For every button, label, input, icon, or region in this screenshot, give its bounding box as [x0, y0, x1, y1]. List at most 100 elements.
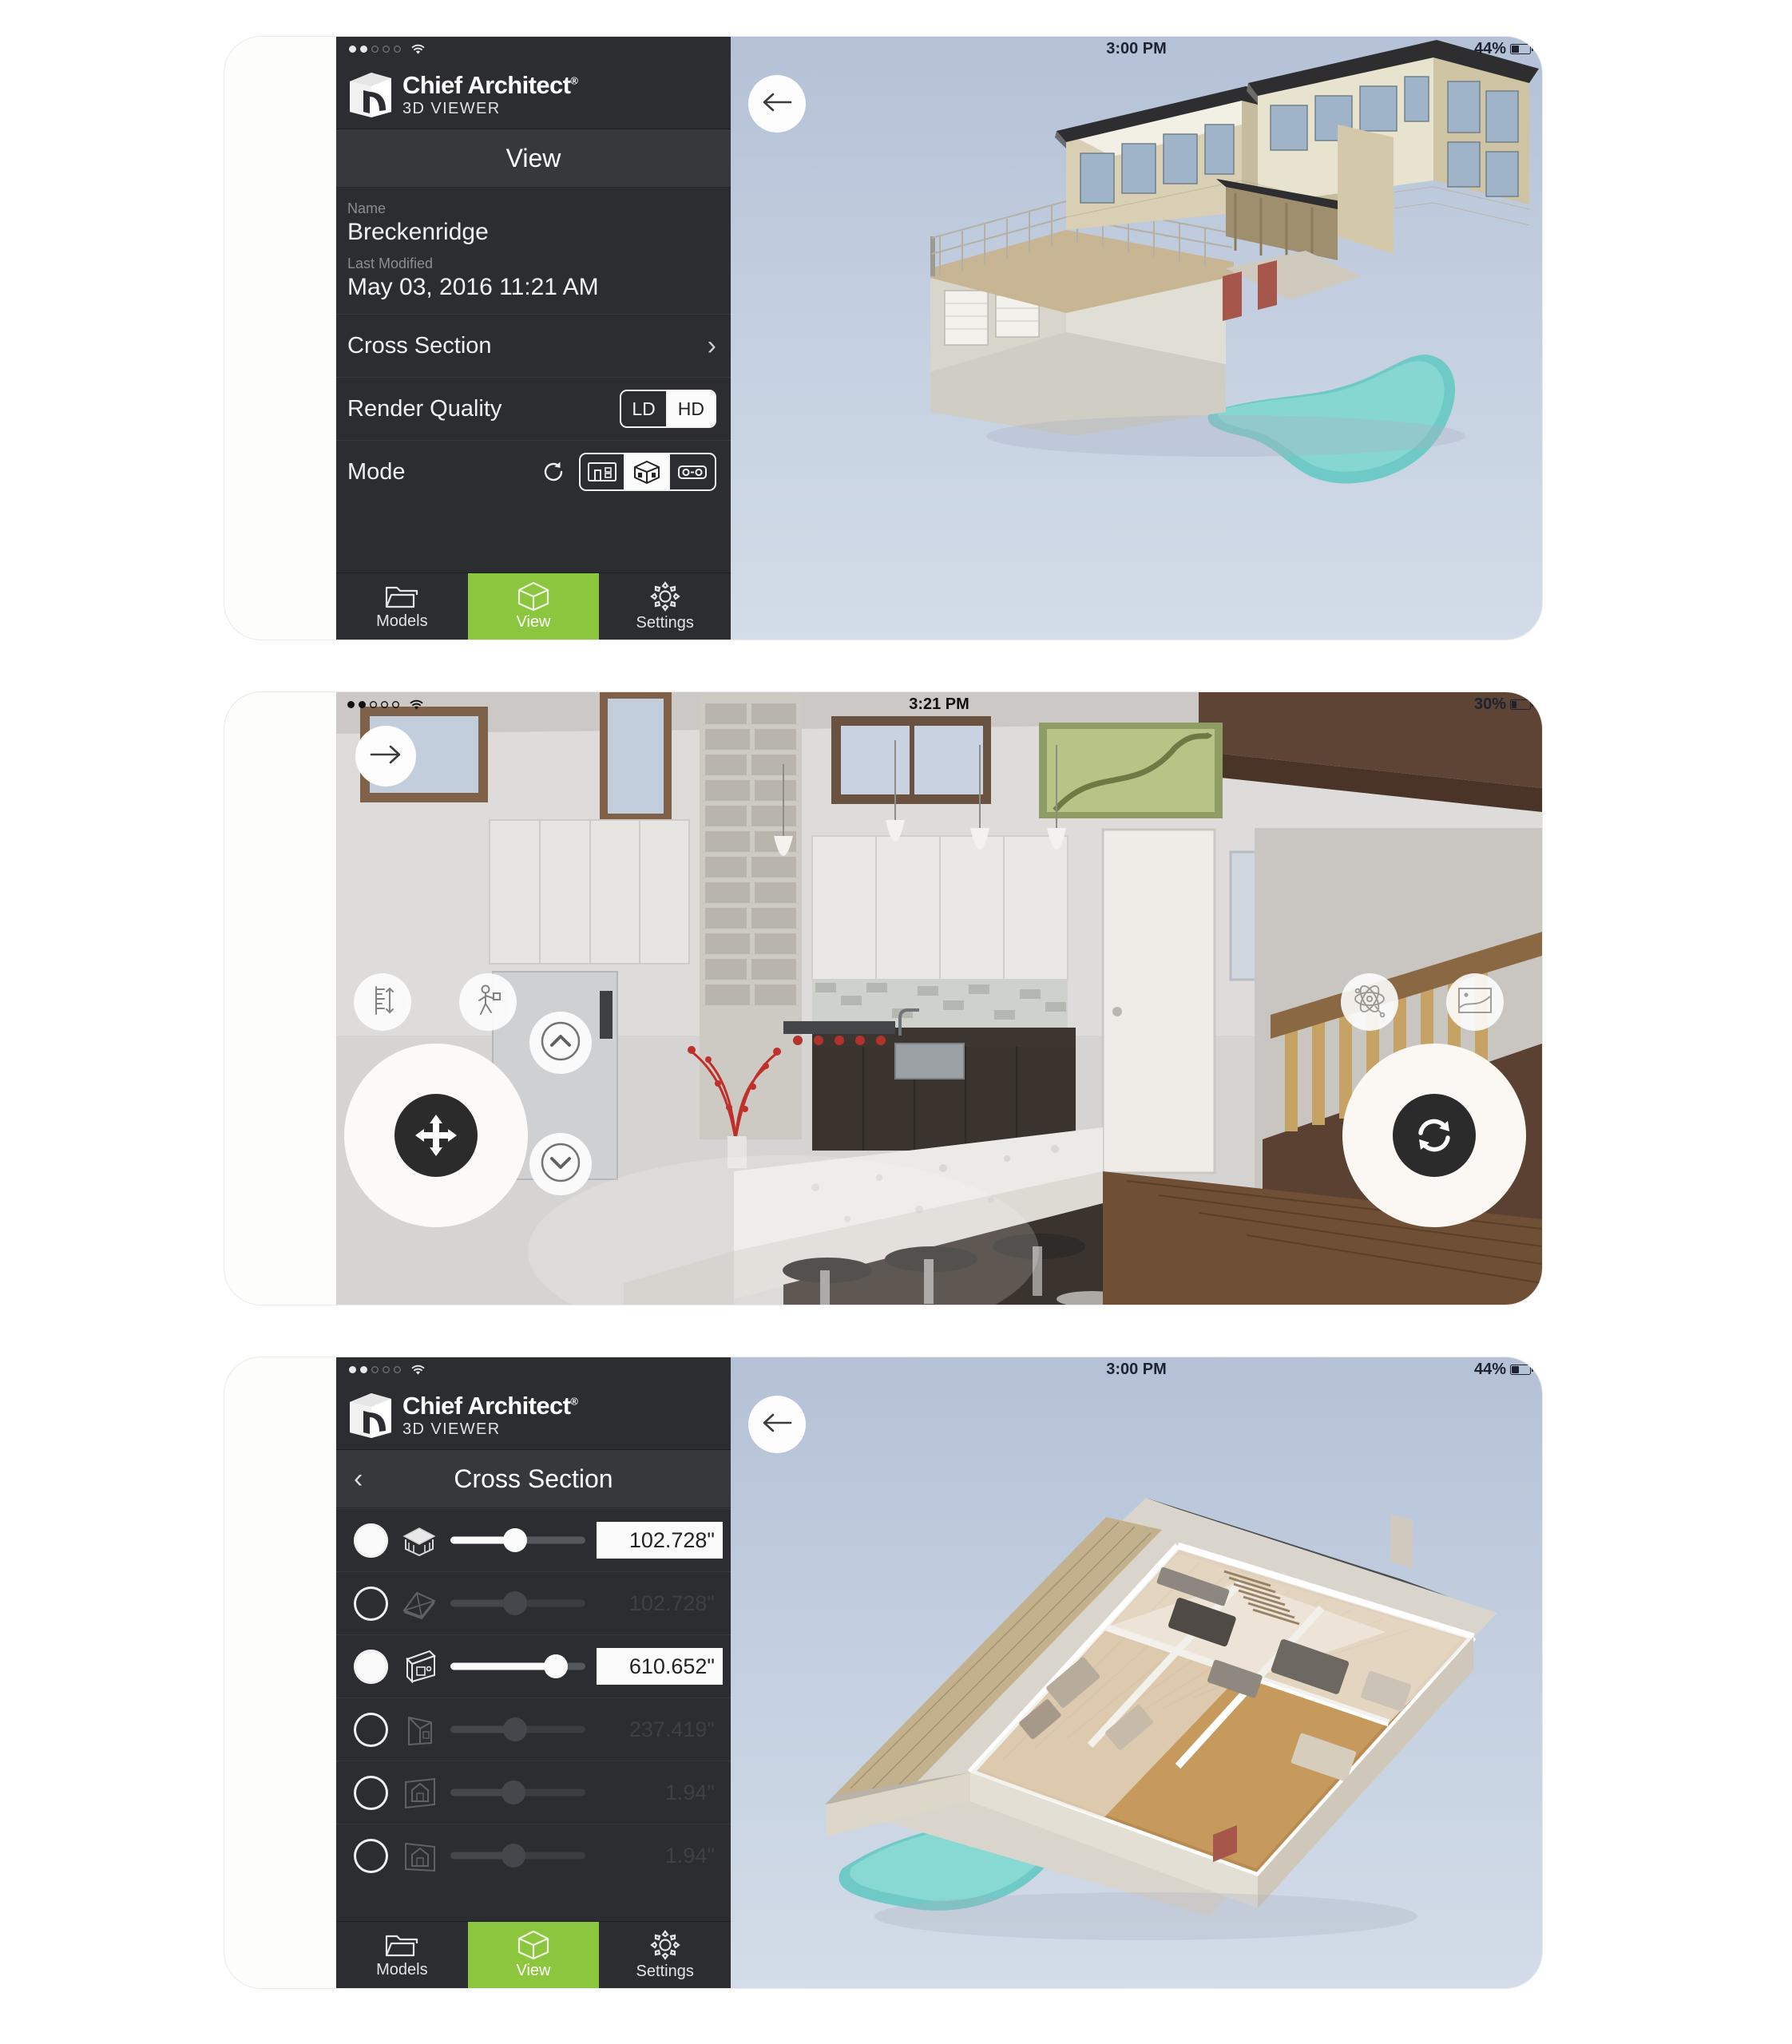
tab-view[interactable]: View: [467, 573, 600, 640]
cross-section-value[interactable]: 1.94": [597, 1774, 723, 1811]
app-logo: Chief Architect® 3D VIEWER: [336, 61, 731, 129]
orbit-icon: [1351, 983, 1388, 1022]
wifi-icon: [409, 699, 423, 710]
sidebar-cross-section: Chief Architect® 3D VIEWER ‹ Cross Secti…: [336, 1357, 731, 1988]
battery-percent: 30%: [1473, 695, 1506, 713]
tab-label-view: View: [516, 613, 551, 631]
cross-section-radio[interactable]: [354, 1713, 388, 1747]
tab-settings[interactable]: Settings: [599, 1922, 731, 1988]
tab-bar-cross-section: Models View Settings: [336, 1921, 731, 1988]
eye-height-button[interactable]: [354, 973, 411, 1031]
cross-section-radio[interactable]: [354, 1649, 388, 1684]
sidebar-title-bar: View: [336, 129, 731, 188]
cross-section-row[interactable]: 1.94": [336, 1824, 731, 1887]
panorama-button[interactable]: [1446, 973, 1504, 1031]
tab-settings[interactable]: Settings: [599, 573, 731, 640]
cross-section-row[interactable]: 237.419": [336, 1697, 731, 1761]
cross-section-row[interactable]: 102.728": [336, 1508, 731, 1571]
cross-section-nav-row[interactable]: Cross Section ›: [336, 314, 731, 377]
status-bar-signal: [336, 1357, 731, 1381]
3d-box-mode-icon[interactable]: [625, 454, 670, 489]
move-up-button[interactable]: [529, 1012, 592, 1074]
cross-section-slider[interactable]: [450, 1523, 585, 1558]
battery-status: 44%: [1474, 40, 1534, 58]
cross-section-slider[interactable]: [450, 1713, 585, 1747]
tab-bar-view: Models View Settings: [336, 572, 731, 640]
back-chevron-icon[interactable]: ‹: [354, 1465, 363, 1492]
move-joystick[interactable]: [344, 1044, 528, 1227]
cross-section-value[interactable]: 237.419": [597, 1711, 723, 1748]
chief-architect-logo-icon: [347, 70, 394, 120]
tab-view[interactable]: View: [467, 1922, 600, 1988]
gear-icon: [648, 1929, 682, 1961]
cross-section-slider[interactable]: [450, 1839, 585, 1873]
floorplan-mode-icon[interactable]: [581, 454, 625, 489]
cross-section-value[interactable]: 102.728": [597, 1522, 723, 1559]
vr-goggles-mode-icon[interactable]: [670, 454, 715, 489]
device-frame-cross-section: Chief Architect® 3D VIEWER ‹ Cross Secti…: [224, 1357, 1542, 1988]
cross-section-slider[interactable]: [450, 1586, 585, 1621]
app-screen-view: Chief Architect® 3D VIEWER View Name Bre…: [336, 37, 1542, 640]
dollhouse-3d-floorplan-render: [825, 1498, 1497, 1940]
signal-dot-3: [371, 1366, 379, 1373]
render-quality-option-hd[interactable]: HD: [667, 391, 715, 426]
battery-icon: [1510, 1364, 1534, 1375]
wifi-icon: [410, 44, 425, 54]
cross-section-radio[interactable]: [354, 1586, 388, 1621]
refresh-icon[interactable]: [541, 459, 566, 485]
signal-dot-4: [381, 701, 388, 708]
tab-label-view: View: [516, 1962, 551, 1979]
cross-section-slider[interactable]: [450, 1776, 585, 1810]
forward-button[interactable]: [355, 726, 416, 786]
signal-dot-3: [371, 46, 379, 53]
tab-models[interactable]: Models: [336, 573, 468, 640]
cross-section-radio[interactable]: [354, 1523, 388, 1558]
tab-models[interactable]: Models: [336, 1922, 468, 1988]
signal-dot-5: [394, 1366, 401, 1373]
forward-arrow-icon: [369, 743, 402, 770]
mode-segmented-control[interactable]: [579, 453, 716, 491]
folder-icon: [384, 1931, 419, 1959]
cross-section-row[interactable]: 102.728": [336, 1571, 731, 1634]
roof-cut-icon: [399, 1585, 439, 1622]
back-arrow-icon: [761, 1412, 793, 1438]
signal-dot-2: [360, 45, 367, 53]
cross-section-row[interactable]: 610.652": [336, 1634, 731, 1697]
app-screen-walkthrough: 3:21 PM 30%: [336, 692, 1542, 1305]
tab-label-settings: Settings: [636, 614, 694, 632]
status-time: 3:21 PM: [909, 695, 969, 713]
render-quality-segmented-control[interactable]: LD HD: [620, 390, 716, 428]
cross-section-row[interactable]: 1.94": [336, 1761, 731, 1824]
cross-section-value[interactable]: 1.94": [597, 1837, 723, 1874]
chevron-up-icon: [538, 1019, 583, 1068]
back-button[interactable]: [748, 1396, 806, 1453]
gear-icon: [648, 580, 682, 612]
back-button[interactable]: [748, 75, 806, 133]
signal-dot-2: [359, 700, 366, 708]
page-title: View: [505, 143, 561, 172]
viewport-interior[interactable]: 3:21 PM 30%: [336, 692, 1542, 1305]
move-down-button[interactable]: [529, 1133, 592, 1195]
app-logo-text: Chief Architect® 3D VIEWER: [402, 73, 578, 117]
status-bar-signal-walkthrough: [347, 699, 423, 710]
cross-section-slider[interactable]: [450, 1650, 585, 1684]
panorama-icon: [1457, 985, 1493, 1020]
cross-section-radio[interactable]: [354, 1776, 388, 1810]
orbit-button[interactable]: [1341, 973, 1398, 1031]
cross-section-value[interactable]: 610.652": [597, 1648, 723, 1685]
viewport-dollhouse[interactable]: 3:00 PM 44%: [731, 1357, 1542, 1988]
app-subtitle: 3D VIEWER: [402, 100, 501, 117]
mode-row: Mode: [336, 440, 731, 503]
render-quality-option-ld[interactable]: LD: [621, 391, 668, 426]
walk-mode-button[interactable]: [459, 973, 517, 1031]
signal-dot-4: [383, 46, 390, 53]
cross-section-radio[interactable]: [354, 1839, 388, 1873]
rotate-joystick[interactable]: [1342, 1044, 1526, 1227]
app-logo: Chief Architect® 3D VIEWER: [336, 1381, 731, 1450]
viewport-exterior[interactable]: 3:00 PM 44%: [731, 37, 1542, 640]
meta-label-last-modified: Last Modified: [347, 256, 434, 271]
cross-section-value[interactable]: 102.728": [597, 1585, 723, 1622]
eye-height-icon: [367, 984, 398, 1020]
status-time: 3:00 PM: [1106, 39, 1167, 57]
four-way-arrows-icon: [394, 1094, 478, 1177]
